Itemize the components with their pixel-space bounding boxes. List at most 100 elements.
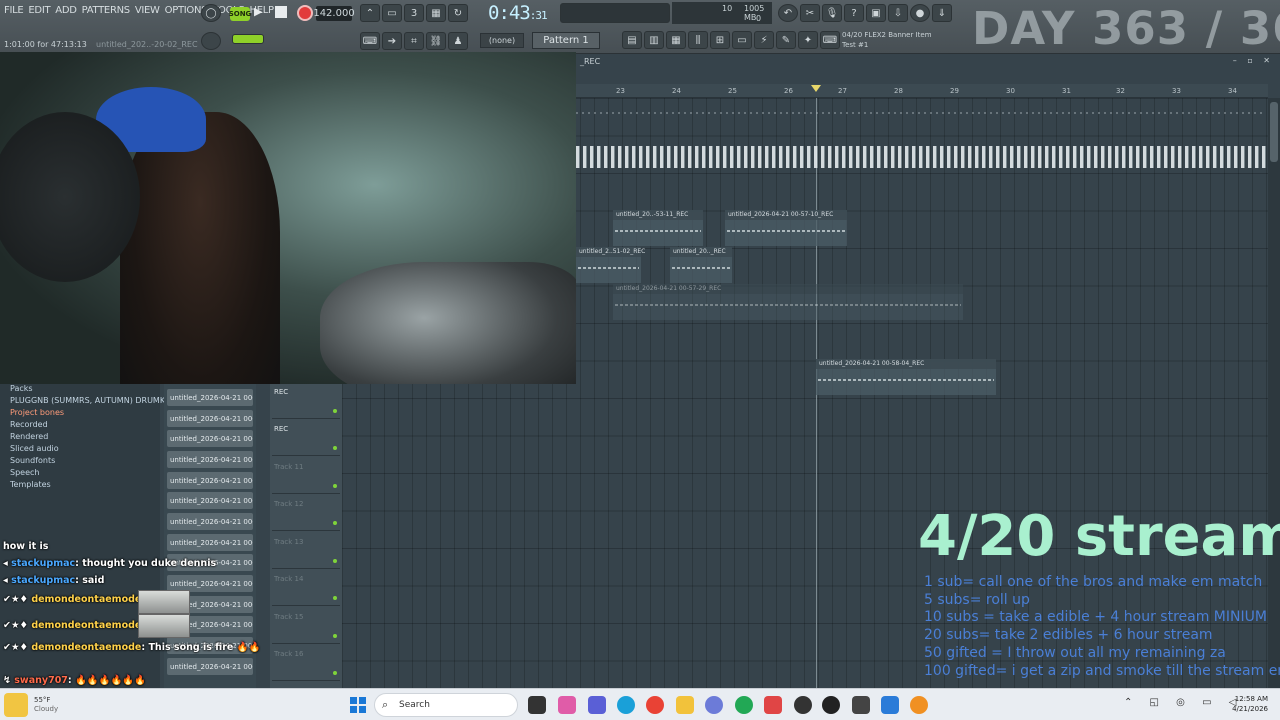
chat-icon[interactable]: ● <box>910 4 930 22</box>
play-button[interactable]: ▶ <box>254 5 270 21</box>
metronome-icon[interactable]: ⌃ <box>360 4 380 22</box>
audio-waveform[interactable] <box>576 146 1266 168</box>
arrow-icon[interactable]: ➔ <box>382 32 402 50</box>
track-header[interactable]: Track 16 <box>272 646 340 681</box>
menu-patterns[interactable]: PATTERNS <box>82 5 131 16</box>
start-button[interactable] <box>350 697 366 713</box>
audio-clip[interactable]: untitled_2026-04-21 00-58-04_REC <box>816 359 996 395</box>
pattern-clip[interactable]: untitled_2026-04-21 00-... <box>167 513 253 530</box>
copilot-icon[interactable] <box>558 696 576 714</box>
app-red-icon[interactable] <box>764 696 782 714</box>
cpu-memory-monitor[interactable]: 10 1005 MB 0 <box>672 2 772 24</box>
obs-icon[interactable] <box>794 696 812 714</box>
track-header[interactable]: REC <box>272 384 340 419</box>
menu-file[interactable]: FILE <box>4 5 24 16</box>
mixer-knob-icon[interactable]: ◯ <box>201 4 221 22</box>
piano-roll-icon[interactable]: ⌨ <box>360 32 380 50</box>
taskbar-search[interactable]: ⌕ Search <box>374 693 518 717</box>
master-volume-knob[interactable] <box>201 32 221 50</box>
export-icon[interactable]: ⇓ <box>932 4 952 22</box>
browser-item[interactable]: Speech <box>10 468 39 477</box>
playhead-marker-icon[interactable] <box>811 85 821 92</box>
stamp-icon[interactable]: ♟ <box>448 32 468 50</box>
menu-view[interactable]: VIEW <box>135 5 160 16</box>
browser-item[interactable]: Soundfonts <box>10 456 55 465</box>
window-controls-icon[interactable]: – ▫ ✕ <box>1233 56 1274 65</box>
scrollbar-thumb[interactable] <box>1270 102 1278 162</box>
track-active-led[interactable] <box>333 521 337 525</box>
track-header[interactable]: Track 15 <box>272 609 340 644</box>
browser-item[interactable]: Sliced audio <box>10 444 59 453</box>
track-active-led[interactable] <box>333 596 337 600</box>
menu-add[interactable]: ADD <box>55 5 77 16</box>
song-mode-toggle[interactable]: SONG <box>229 7 251 21</box>
track-active-led[interactable] <box>333 484 337 488</box>
audio-clip[interactable]: untitled_2026-04-21 00-57-10_REC <box>725 210 847 246</box>
menu-edit[interactable]: EDIT <box>28 5 50 16</box>
undo-icon[interactable]: ↶ <box>778 4 798 22</box>
chrome-icon[interactable] <box>646 696 664 714</box>
discord-icon[interactable] <box>705 696 723 714</box>
record-button[interactable] <box>297 5 313 21</box>
keyboard-icon[interactable]: ⌨ <box>820 31 840 49</box>
render-icon[interactable]: ⇩ <box>888 4 908 22</box>
audio-clip[interactable]: untitled_2..51-02_REC <box>576 247 645 283</box>
cut-icon[interactable]: ✂ <box>800 4 820 22</box>
track-header[interactable]: REC <box>272 421 340 456</box>
track-active-led[interactable] <box>333 671 337 675</box>
browser-item[interactable]: PLUGGNB (SUMMRS, AUTUMN) DRUMKIT <box>10 396 172 405</box>
pattern-selector[interactable]: Pattern 1 <box>532 32 600 49</box>
loop-record-icon[interactable]: ↻ <box>448 4 468 22</box>
song-position-display[interactable]: 0:43:31 <box>488 2 554 26</box>
piano-roll-window-icon[interactable]: ▥ <box>644 31 664 49</box>
stop-button[interactable] <box>275 6 287 18</box>
playlist-icon[interactable]: ▤ <box>622 31 642 49</box>
channel-rack-icon[interactable]: ▦ <box>666 31 686 49</box>
blend-notes-icon[interactable]: ▦ <box>426 4 446 22</box>
project-icon[interactable]: ▭ <box>732 31 752 49</box>
wait-input-icon[interactable]: ▭ <box>382 4 402 22</box>
audio-clip[interactable]: untitled_20..-53-11_REC <box>613 210 703 246</box>
track-active-led[interactable] <box>333 559 337 563</box>
timeline-ruler[interactable]: 23 24 25 26 27 28 29 30 31 32 33 34 <box>576 84 1268 98</box>
track-active-led[interactable] <box>333 446 337 450</box>
touch-controller-icon[interactable]: ✦ <box>798 31 818 49</box>
microphone-icon[interactable]: 🎙 <box>822 4 842 22</box>
pattern-clip[interactable]: untitled_2026-04-21 00-... <box>167 451 253 468</box>
track-header[interactable]: Track 12 <box>272 496 340 531</box>
browser-item[interactable]: Project bones <box>10 408 64 417</box>
save-icon[interactable]: ▣ <box>866 4 886 22</box>
browser-item[interactable]: Recorded <box>10 420 48 429</box>
chrome-alt-icon[interactable] <box>735 696 753 714</box>
track-active-led[interactable] <box>333 409 337 413</box>
system-clock[interactable]: 12:58 AM 4/21/2026 <box>1218 694 1268 714</box>
pattern-clip[interactable]: untitled_2026-04-21 00-... <box>167 430 253 447</box>
snap-selector[interactable]: (none) <box>480 33 524 48</box>
pattern-clip[interactable]: untitled_2026-04-21 00-... <box>167 389 253 406</box>
pattern-clip[interactable]: untitled_2026-04-21 00-... <box>167 410 253 427</box>
snap-icon[interactable]: ⌗ <box>404 32 424 50</box>
browser-item[interactable]: Templates <box>10 480 51 489</box>
pattern-clip[interactable]: untitled_2026-04-21 00-... <box>167 492 253 509</box>
browser-icon[interactable]: ⊞ <box>710 31 730 49</box>
plugin-icon[interactable]: ⚡ <box>754 31 774 49</box>
audio-clip[interactable]: untitled_20.._REC <box>670 247 732 283</box>
edge-icon[interactable] <box>617 696 635 714</box>
browser-item[interactable]: Packs <box>10 384 33 393</box>
help-icon[interactable]: ? <box>844 4 864 22</box>
capcut-icon[interactable] <box>852 696 870 714</box>
track-header[interactable]: Track 14 <box>272 571 340 606</box>
tools-icon[interactable]: ✎ <box>776 31 796 49</box>
teams-icon[interactable] <box>588 696 606 714</box>
weather-widget[interactable]: 55°F Cloudy <box>4 693 134 717</box>
audio-clip[interactable]: untitled_2026-04-21 00-57-29_REC <box>613 284 963 320</box>
track-header[interactable]: Track 11 <box>272 459 340 494</box>
file-explorer-icon[interactable] <box>676 696 694 714</box>
snipping-tool-icon[interactable] <box>881 696 899 714</box>
track-active-led[interactable] <box>333 634 337 638</box>
master-pitch-slider[interactable] <box>232 34 264 44</box>
countdown-icon[interactable]: 3 <box>404 4 424 22</box>
pattern-clip[interactable]: untitled_2026-04-21 00-... <box>167 472 253 489</box>
audio-waveform[interactable] <box>576 112 1266 114</box>
news-panel[interactable]: 04/20 FLEX2 Banner Item Test #1 <box>842 30 952 52</box>
